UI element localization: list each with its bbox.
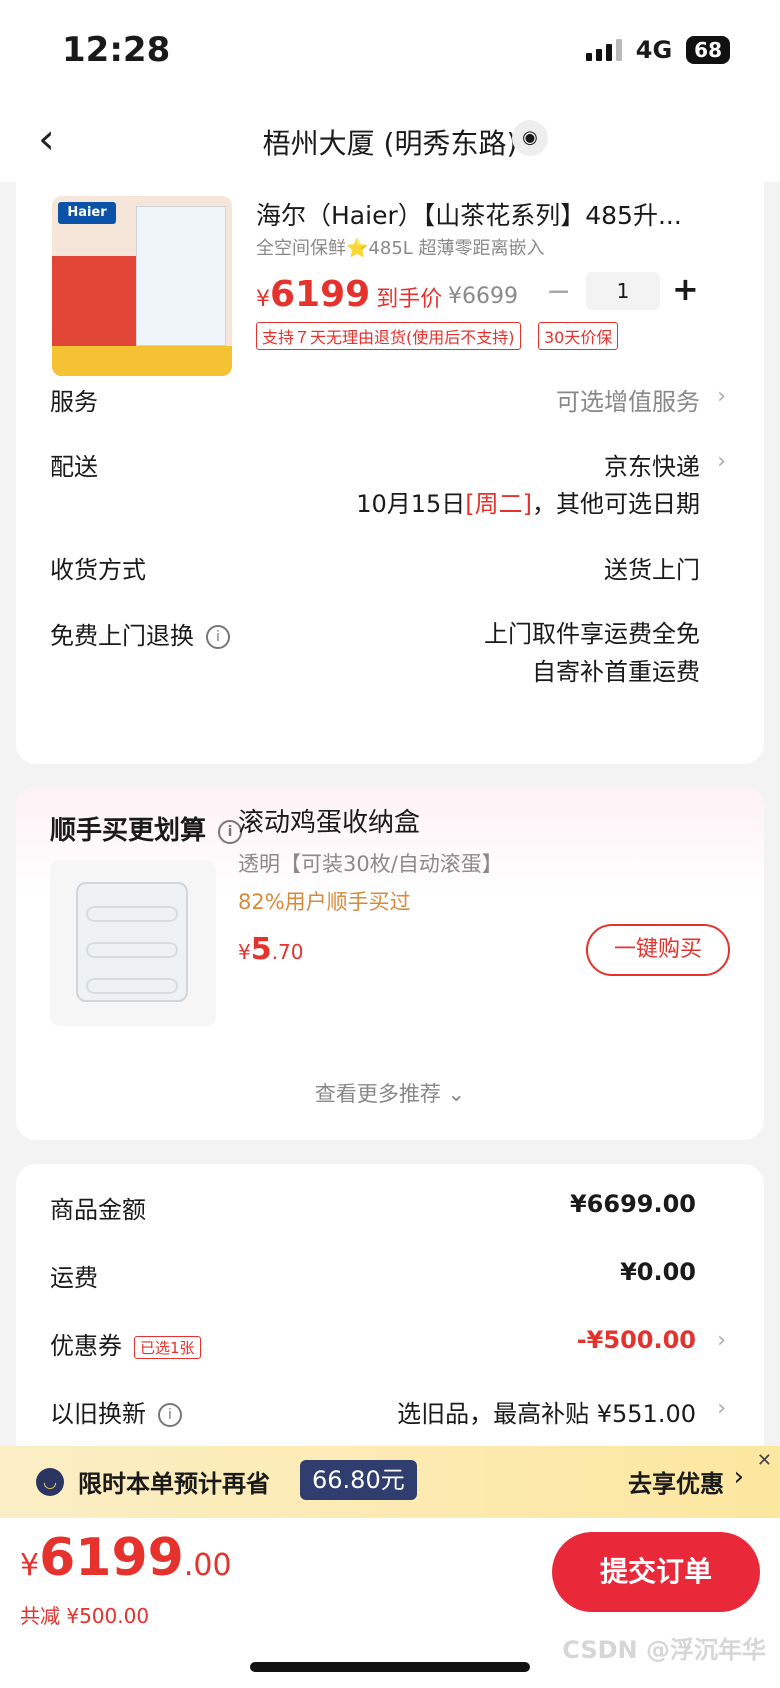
fridge-illustration [136, 206, 226, 346]
signal-icon [585, 39, 622, 61]
status-icons: 4G 68 [585, 36, 730, 64]
original-price: ¥6699 [448, 284, 518, 309]
product-image-strip [52, 346, 232, 376]
goods-amount-value: ¥6699.00 [569, 1190, 696, 1218]
delivery-weekday: [周二] [465, 490, 532, 518]
egg-box-rail [86, 978, 178, 994]
page-title: 梧州大厦 (明秀东路) [262, 127, 518, 160]
total-int: 6199 [39, 1528, 184, 1588]
addon-price-currency: ¥ [238, 940, 251, 964]
home-indicator[interactable] [250, 1662, 530, 1672]
location-pin-icon[interactable]: ◉ [512, 120, 548, 156]
total-saved: 共减 ¥500.00 [20, 1604, 150, 1628]
delivery-value[interactable]: 京东快递 [604, 447, 700, 482]
chevron-right-icon[interactable]: › [717, 1328, 726, 1353]
coupon-count-badge: 已选1张 [134, 1335, 201, 1359]
goods-amount-label: 商品金额 [50, 1196, 146, 1224]
service-label: 服务 [50, 388, 98, 416]
submit-order-button[interactable]: 提交订单 [552, 1532, 760, 1612]
trade-in-text: 以旧换新 [50, 1400, 146, 1428]
return-policy-badge: 支持７天无理由退货(使用后不支持) [256, 322, 521, 350]
close-icon[interactable]: ✕ [757, 1450, 772, 1471]
service-value[interactable]: 可选增值服务 [556, 382, 700, 417]
addon-item-title[interactable]: 滚动鸡蛋收纳盒 [238, 802, 420, 839]
checkout-bar: ¥6199.00 共减 ¥500.00 提交订单 CSDN @浮沉年华 [0, 1518, 780, 1688]
addon-item-subtitle: 透明【可装30枚/自动滚蛋】 [238, 852, 503, 876]
promo-icon: ◡ [36, 1468, 64, 1496]
product-title[interactable]: 海尔（Haier）【山茶花系列】485升... [256, 196, 746, 232]
receive-method-value[interactable]: 送货上门 [604, 550, 700, 585]
free-return-line2: 自寄补首重运费 [532, 658, 700, 686]
free-return-line1: 上门取件享运费全免 [484, 620, 700, 648]
status-time: 12:28 [62, 30, 171, 70]
total-dec: .00 [183, 1548, 232, 1583]
quantity-increase-button[interactable]: + [672, 270, 699, 308]
addon-price-int: 5 [250, 932, 272, 967]
addon-price-dec: .70 [271, 940, 304, 964]
brand-logo: Haier [58, 202, 116, 224]
info-icon[interactable]: i [206, 625, 230, 649]
trade-in-label: 以旧换新 i [50, 1394, 182, 1429]
product-image[interactable]: Haier [52, 196, 232, 376]
egg-box-rail [86, 906, 178, 922]
promo-banner[interactable]: ◡ 限时本单预计再省 66.80元 去享优惠 › ✕ [0, 1446, 780, 1518]
egg-box-rail [86, 942, 178, 958]
network-type: 4G [635, 36, 673, 64]
freight-label: 运费 [50, 1264, 98, 1292]
price-currency: ¥ [256, 287, 270, 312]
chevron-right-icon[interactable]: › [717, 384, 726, 409]
addon-item-image[interactable] [50, 860, 216, 1026]
price-tag: 到手价 [376, 287, 443, 312]
addon-title: 顺手买更划算 [50, 816, 207, 846]
see-more-recommendations[interactable]: 查看更多推荐 ⌄ [16, 1078, 764, 1108]
one-click-buy-button[interactable]: 一键购买 [586, 924, 730, 976]
free-return-text: 免费上门退换 [50, 622, 194, 650]
quantity-decrease-button[interactable]: − [546, 274, 571, 309]
coupon-value[interactable]: -¥500.00 [577, 1326, 696, 1354]
promo-text: 限时本单预计再省 [78, 1470, 270, 1498]
order-product-card: Haier 海尔（Haier）【山茶花系列】485升... 全空间保鲜⭐485L… [16, 182, 764, 764]
addon-heading: 顺手买更划算 i [50, 810, 243, 847]
total-currency: ¥ [20, 1548, 40, 1583]
order-summary-card: 商品金额 ¥6699.00 运费 ¥0.00 优惠券 已选1张 -¥500.00 … [16, 1164, 764, 1464]
delivery-label: 配送 [50, 453, 98, 481]
battery-icon: 68 [686, 36, 730, 64]
quantity-field[interactable]: 1 [586, 272, 660, 310]
delivery-day: 10月15日 [356, 490, 466, 518]
watermark: CSDN @浮沉年华 [562, 1636, 766, 1664]
addon-item-stat: 82%用户顺手买过 [238, 890, 411, 914]
chevron-right-icon[interactable]: › [717, 449, 726, 474]
total-price: ¥6199.00 [20, 1528, 232, 1588]
chevron-right-icon[interactable]: › [734, 1462, 744, 1492]
receive-method-label: 收货方式 [50, 556, 146, 584]
nav-bar: ‹ 梧州大厦 (明秀东路) ◉ [0, 100, 780, 182]
delivery-date-suffix: ，其他可选日期 [532, 490, 700, 518]
addon-item-price: ¥5.70 [238, 932, 303, 967]
coupon-label: 优惠券 已选1张 [50, 1326, 201, 1361]
trade-in-value[interactable]: 选旧品，最高补贴 ¥551.00 [397, 1394, 696, 1429]
delivery-date[interactable]: 10月15日[周二]，其他可选日期 [356, 484, 700, 519]
addon-card: 顺手买更划算 i 滚动鸡蛋收纳盒 透明【可装30枚/自动滚蛋】 82%用户顺手买过… [16, 786, 764, 1140]
status-bar: 12:28 4G 68 [0, 0, 780, 100]
info-icon[interactable]: i [158, 1403, 182, 1427]
promo-action[interactable]: 去享优惠 [628, 1464, 724, 1499]
price-value: 6199 [270, 274, 371, 315]
free-return-label: 免费上门退换 i [50, 616, 230, 651]
chevron-right-icon[interactable]: › [717, 1396, 726, 1421]
coupon-text: 优惠券 [50, 1332, 122, 1360]
product-subtitle: 全空间保鲜⭐485L 超薄零距离嵌入 [256, 238, 545, 259]
product-price: ¥6199 到手价 [256, 274, 442, 315]
price-protect-badge: 30天价保 [538, 322, 619, 350]
freight-value: ¥0.00 [620, 1258, 696, 1286]
promo-amount: 66.80元 [300, 1460, 417, 1500]
